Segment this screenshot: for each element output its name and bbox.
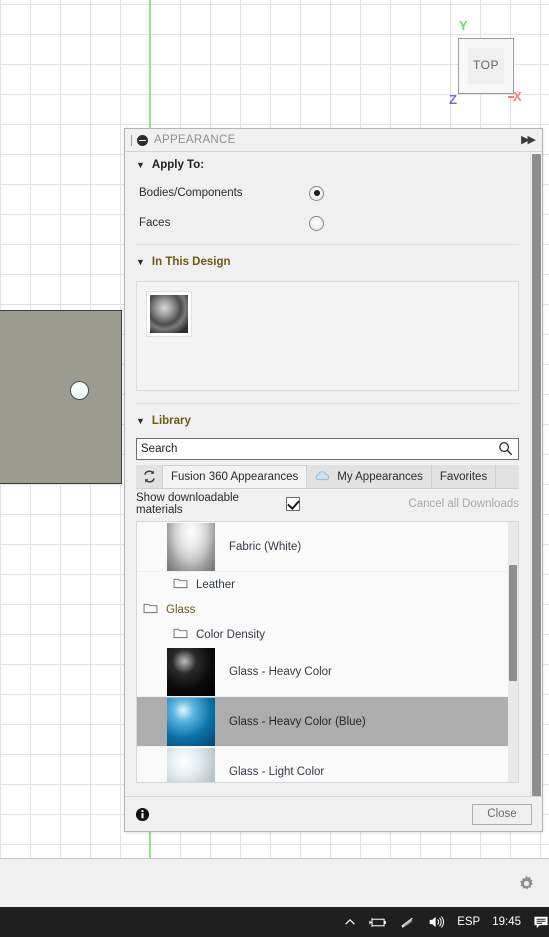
list-item[interactable]: Glass - Heavy Color bbox=[137, 647, 508, 697]
axis-label-y: Y bbox=[459, 18, 468, 33]
material-name: Glass - Heavy Color bbox=[229, 665, 332, 678]
tab-fusion-360-appearances[interactable]: Fusion 360 Appearances bbox=[162, 465, 308, 488]
appearance-dialog[interactable]: APPEARANCE ▶▶ ▼ Apply To: Bodies/Compone… bbox=[124, 128, 543, 832]
wifi-icon[interactable] bbox=[400, 916, 416, 929]
divider-2 bbox=[136, 403, 519, 404]
application-status-bar bbox=[0, 858, 549, 908]
section-title: Library bbox=[151, 415, 191, 427]
language-indicator[interactable]: ESP bbox=[457, 916, 480, 928]
dialog-footer: Close bbox=[125, 796, 542, 831]
list-item-selected[interactable]: Glass - Heavy Color (Blue) bbox=[137, 697, 508, 747]
material-thumbnail bbox=[167, 647, 215, 696]
tab-my-appearances[interactable]: My Appearances bbox=[307, 465, 432, 488]
section-header-in-this-design[interactable]: ▼ In This Design bbox=[125, 249, 530, 275]
dialog-scroll-content: ▼ Apply To: Bodies/Components Faces ▼ In… bbox=[125, 152, 530, 796]
dialog-titlebar[interactable]: APPEARANCE ▶▶ bbox=[125, 129, 542, 152]
show-downloadable-checkbox[interactable] bbox=[286, 497, 300, 511]
search-input[interactable] bbox=[136, 438, 519, 460]
view-cube-top-face[interactable]: TOP bbox=[458, 38, 514, 94]
radio-label-faces: Faces bbox=[139, 217, 171, 229]
radio-label-bodies: Bodies/Components bbox=[139, 187, 243, 199]
gear-icon[interactable] bbox=[518, 875, 535, 892]
section-header-library[interactable]: ▼ Library bbox=[125, 408, 530, 434]
model-body[interactable] bbox=[0, 310, 122, 484]
dialog-title: APPEARANCE bbox=[154, 134, 236, 146]
section-title: Apply To: bbox=[151, 159, 205, 171]
radio-bodies-components[interactable] bbox=[309, 185, 324, 201]
divider-1 bbox=[136, 244, 519, 245]
radio-faces[interactable] bbox=[309, 215, 324, 231]
view-cube-label: TOP bbox=[473, 58, 499, 72]
dialog-scrollbar[interactable] bbox=[530, 152, 542, 796]
downloadable-label: Show downloadable materials bbox=[136, 492, 239, 516]
refresh-button[interactable] bbox=[136, 465, 162, 488]
chevron-down-icon: ▼ bbox=[136, 256, 145, 267]
downloadable-materials-row[interactable]: Show downloadable materials Cancel all D… bbox=[136, 491, 519, 517]
library-list-scrollbar[interactable] bbox=[508, 522, 518, 782]
axis-label-x: X bbox=[513, 89, 522, 104]
library-list[interactable]: Fabric (White) Leather Glass Color Densi… bbox=[136, 521, 519, 783]
battery-charging-icon[interactable] bbox=[369, 916, 388, 929]
in-this-design-list[interactable] bbox=[136, 281, 519, 391]
folder-name: Color Density bbox=[196, 628, 266, 641]
appearance-swatch[interactable] bbox=[146, 291, 192, 337]
refresh-icon bbox=[143, 470, 155, 483]
library-list-scroll-thumb[interactable] bbox=[509, 565, 517, 681]
drag-grip-icon[interactable] bbox=[129, 134, 135, 146]
info-icon[interactable] bbox=[135, 807, 150, 822]
screen: Y X Z TOP APPEARANCE ▶▶ ▼ Apply To: Bodi… bbox=[0, 0, 549, 937]
tab-favorites[interactable]: Favorites bbox=[431, 465, 497, 488]
material-thumbnail bbox=[167, 697, 215, 746]
double-chevron-right-icon[interactable]: ▶▶ bbox=[521, 133, 536, 147]
folder-icon bbox=[173, 576, 188, 594]
library-tabstrip[interactable]: Fusion 360 Appearances My Appearances Fa… bbox=[136, 465, 519, 489]
material-name: Fabric (White) bbox=[229, 540, 302, 553]
appearance-swatch-image bbox=[150, 295, 188, 333]
list-item[interactable]: Leather bbox=[137, 572, 508, 597]
tab-label: Favorites bbox=[439, 470, 488, 483]
folder-name: Glass bbox=[166, 603, 196, 616]
list-item[interactable]: Fabric (White) bbox=[137, 522, 508, 572]
dialog-body: ▼ Apply To: Bodies/Components Faces ▼ In… bbox=[125, 152, 542, 796]
view-cube[interactable]: Y X Z TOP bbox=[440, 18, 545, 118]
model-hole-feature[interactable] bbox=[70, 381, 89, 400]
material-name: Glass - Light Color bbox=[229, 765, 325, 778]
section-title: In This Design bbox=[151, 256, 231, 268]
axis-tick-x bbox=[508, 96, 514, 98]
material-thumbnail bbox=[167, 747, 215, 782]
dialog-scroll-thumb[interactable] bbox=[532, 154, 541, 796]
search-box[interactable] bbox=[136, 438, 519, 460]
chevron-down-icon: ▼ bbox=[136, 159, 145, 170]
folder-name: Leather bbox=[196, 578, 236, 591]
folder-icon bbox=[173, 626, 188, 644]
material-thumbnail bbox=[167, 522, 215, 571]
tab-label: My Appearances bbox=[337, 470, 423, 483]
axis-label-z: Z bbox=[449, 92, 457, 107]
minimize-icon[interactable] bbox=[137, 134, 148, 146]
list-item[interactable]: Glass bbox=[137, 597, 508, 622]
clock[interactable]: 19:45 bbox=[492, 916, 521, 928]
cancel-all-downloads-button[interactable]: Cancel all Downloads bbox=[408, 498, 519, 510]
windows-taskbar[interactable]: ESP 19:45 bbox=[0, 907, 549, 937]
cloud-icon bbox=[315, 470, 332, 484]
list-item[interactable]: Glass - Light Color bbox=[137, 747, 508, 782]
volume-icon[interactable] bbox=[428, 915, 445, 929]
radio-row-bodies[interactable]: Bodies/Components bbox=[125, 178, 530, 208]
chevron-down-icon: ▼ bbox=[136, 415, 145, 426]
library-list-items: Fabric (White) Leather Glass Color Densi… bbox=[137, 522, 508, 782]
material-name: Glass - Heavy Color (Blue) bbox=[229, 715, 366, 728]
close-button[interactable]: Close bbox=[472, 803, 532, 825]
folder-icon bbox=[143, 601, 158, 619]
notification-icon[interactable] bbox=[533, 915, 549, 930]
chevron-up-icon[interactable] bbox=[343, 915, 357, 929]
tab-label: Fusion 360 Appearances bbox=[171, 471, 299, 483]
list-item[interactable]: Color Density bbox=[137, 622, 508, 647]
radio-row-faces[interactable]: Faces bbox=[125, 208, 530, 238]
section-header-apply-to[interactable]: ▼ Apply To: bbox=[125, 152, 530, 178]
